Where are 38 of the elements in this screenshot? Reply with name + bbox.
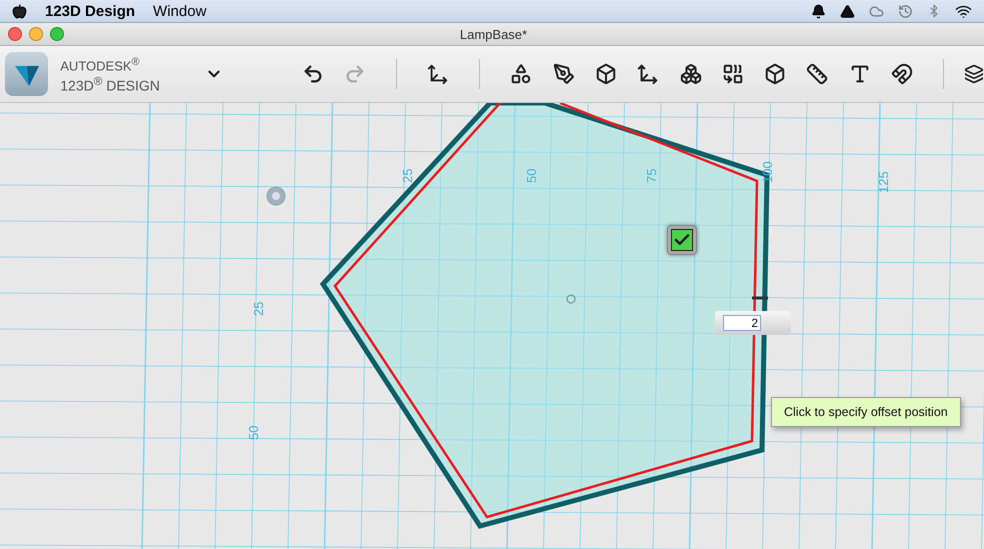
brand-text: 123D$^{®}$ DESIGN [60,74,161,94]
center-point [566,294,576,304]
magnet-icon [890,63,913,85]
triangle-icon[interactable] [840,4,855,18]
axes-icon [427,63,450,85]
ruler-label: 25 [251,302,266,316]
confirm-button[interactable] [667,225,697,255]
ruler-label: 100 [760,161,775,183]
bell-icon[interactable] [811,4,826,18]
combine-icon [722,63,744,85]
ruler-label: 50 [246,426,261,440]
logo-icon[interactable] [5,52,48,96]
brand-text: AUTODESK$^{®}$ [60,55,141,74]
offset-handle[interactable] [752,296,768,300]
cloud-icon[interactable] [869,4,884,18]
layers-icon [964,63,984,85]
offset-field[interactable]: 2 [715,311,791,335]
menu-item[interactable]: Window [153,2,206,20]
zoom-button[interactable] [50,27,64,41]
ruler-label: 50 [524,168,539,183]
text-icon [848,63,871,85]
ruler-label: 25 [400,168,415,183]
ruler-label: 75 [644,168,659,183]
app-menu[interactable]: 123D Design [45,2,136,20]
ruler-icon [806,63,828,85]
window-title: LampBase* [458,26,528,42]
cube-icon [764,63,786,85]
undo-icon [302,63,324,85]
cube-icon [594,63,617,85]
tooltip: Click to specify offset position [771,397,961,427]
close-button[interactable] [8,27,22,41]
apple-icon[interactable] [12,4,27,18]
ruler-label: 125 [876,171,891,193]
clock-icon[interactable] [898,4,913,18]
cubes-icon [680,63,702,85]
redo-icon [344,63,366,85]
design-canvas[interactable]: 25 50 75 100 125 25 50 2 Click to specify offset position [0,103,984,549]
pen-icon [552,63,575,85]
